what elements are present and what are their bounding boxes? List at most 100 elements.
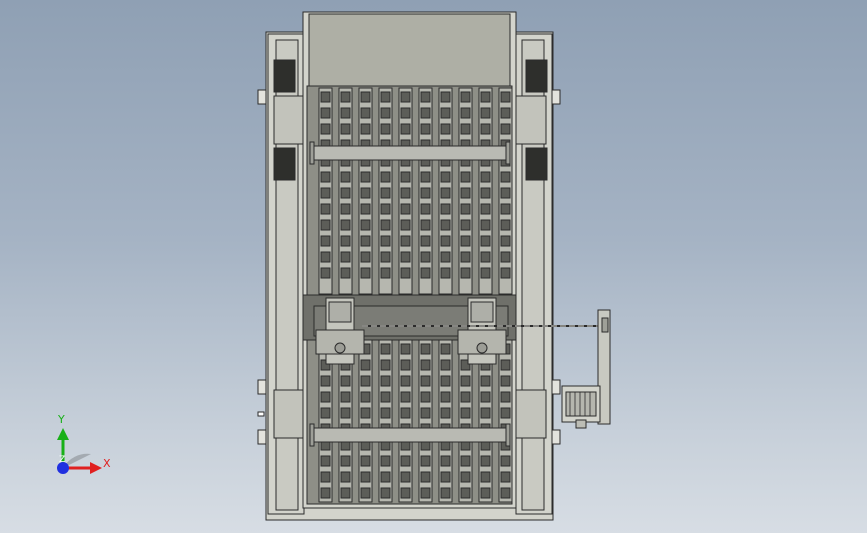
upper-grate-slot-108 xyxy=(500,91,511,103)
upper-grate-slot-62 xyxy=(420,123,431,135)
y-axis-arrowhead xyxy=(57,428,69,440)
lower-grate-slot-48 xyxy=(400,471,411,483)
lower-grate-slot-8 xyxy=(320,471,331,483)
upper-grate-slot-107 xyxy=(480,267,491,279)
upper-grate-slot-2 xyxy=(320,123,331,135)
3d-viewport[interactable]: Y X Z xyxy=(0,0,867,533)
lower-grate-slot-63 xyxy=(440,391,451,403)
upper-grate-slot-67 xyxy=(420,203,431,215)
upper-grate-slot-22 xyxy=(340,251,351,263)
lower-grate-slot-17 xyxy=(340,455,351,467)
lower-shaft xyxy=(311,427,509,443)
upper-grate-slot-46 xyxy=(380,251,391,263)
upper-grate-slot-70 xyxy=(420,251,431,263)
lower-grate-slot-67 xyxy=(440,455,451,467)
bracket-tab-4 xyxy=(551,379,561,395)
lower-grate-slot-44 xyxy=(400,407,411,419)
lower-grate-slot-3 xyxy=(320,391,331,403)
lower-grate-slot-37 xyxy=(380,455,391,467)
lower-grate-slot-74 xyxy=(460,407,471,419)
upper-grate-slot-73 xyxy=(440,107,451,119)
right-upper-dark-block xyxy=(525,59,548,93)
upper-grate-slot-7 xyxy=(320,203,331,215)
right-bearing-housing-cap xyxy=(470,301,494,323)
upper-grate-slot-119 xyxy=(500,267,511,279)
upper-grate-slot-68 xyxy=(420,219,431,231)
upper-grate-slot-61 xyxy=(420,107,431,119)
upper-grate-slot-0 xyxy=(320,91,331,103)
bracket-tab-3 xyxy=(551,89,561,105)
upper-grate-slot-53 xyxy=(400,171,411,183)
upper-grate-slot-118 xyxy=(500,251,511,263)
upper-grate-slot-92 xyxy=(460,219,471,231)
upper-grate-slot-77 xyxy=(440,171,451,183)
upper-grate-slot-114 xyxy=(500,187,511,199)
upper-grate-slot-113 xyxy=(500,171,511,183)
upper-grate-slot-56 xyxy=(400,219,411,231)
lower-grate-slot-57 xyxy=(420,455,431,467)
lower-grate-slot-54 xyxy=(420,407,431,419)
lower-grate-slot-2 xyxy=(320,375,331,387)
lower-grate-slot-97 xyxy=(500,455,511,467)
upper-grate-slot-55 xyxy=(400,203,411,215)
lower-grate-slot-12 xyxy=(340,375,351,387)
upper-grate-slot-47 xyxy=(380,267,391,279)
upper-grate-slot-98 xyxy=(480,123,491,135)
lower-grate-slot-31 xyxy=(380,359,391,371)
upper-grate-slot-83 xyxy=(440,267,451,279)
lower-grate-slot-41 xyxy=(400,359,411,371)
upper-grate-slot-36 xyxy=(380,91,391,103)
left-edge-marker xyxy=(257,411,265,417)
lower-grate-slot-43 xyxy=(400,391,411,403)
lower-grate-slot-89 xyxy=(480,487,491,499)
bracket-tab-2 xyxy=(257,429,267,445)
lower-shaft-end-right xyxy=(505,423,511,447)
lower-grate-slot-38 xyxy=(380,471,391,483)
upper-grate-slot-72 xyxy=(440,91,451,103)
lower-grate-slot-32 xyxy=(380,375,391,387)
lower-grate-slot-58 xyxy=(420,471,431,483)
lower-grate-slot-29 xyxy=(360,487,371,499)
bracket-tab-1 xyxy=(257,379,267,395)
lower-grate-slot-61 xyxy=(440,359,451,371)
upper-grate-slot-104 xyxy=(480,219,491,231)
upper-grate-slot-57 xyxy=(400,235,411,247)
upper-grate-slot-101 xyxy=(480,171,491,183)
z-axis-label: Z xyxy=(59,455,66,465)
upper-grate-slot-59 xyxy=(400,267,411,279)
lower-grate-slot-73 xyxy=(460,391,471,403)
upper-grate-slot-91 xyxy=(460,203,471,215)
upper-grate-slot-37 xyxy=(380,107,391,119)
upper-grate-slot-17 xyxy=(340,171,351,183)
screen-model-drawing[interactable] xyxy=(0,0,867,533)
lower-grate-slot-21 xyxy=(360,359,371,371)
x-axis-label: X xyxy=(103,457,111,470)
upper-grate-slot-34 xyxy=(360,251,371,263)
left-upper-dark-block xyxy=(273,59,296,93)
upper-grate-slot-65 xyxy=(420,171,431,183)
upper-grate-slot-38 xyxy=(380,123,391,135)
upper-grate-slot-49 xyxy=(400,107,411,119)
lower-grate-slot-78 xyxy=(460,471,471,483)
lower-grate-slot-22 xyxy=(360,375,371,387)
lower-grate-slot-7 xyxy=(320,455,331,467)
lower-grate-slot-62 xyxy=(440,375,451,387)
lower-shaft-end-left xyxy=(309,423,315,447)
upper-grate-slot-85 xyxy=(460,107,471,119)
lower-grate-slot-88 xyxy=(480,471,491,483)
lower-grate-slot-33 xyxy=(380,391,391,403)
lower-grate-slot-51 xyxy=(420,359,431,371)
lower-grate-slot-72 xyxy=(460,375,471,387)
upper-grate-slot-97 xyxy=(480,107,491,119)
model-root xyxy=(257,11,611,521)
upper-grate-slot-8 xyxy=(320,219,331,231)
upper-grate-slot-102 xyxy=(480,187,491,199)
upper-grate-slot-19 xyxy=(340,203,351,215)
lower-grate-slot-99 xyxy=(500,487,511,499)
upper-grate-slot-24 xyxy=(360,91,371,103)
lower-grate-slot-27 xyxy=(360,455,371,467)
lower-grate-slot-64 xyxy=(440,407,451,419)
upper-grate-slot-21 xyxy=(340,235,351,247)
lower-grate-slot-40 xyxy=(400,343,411,355)
lower-grate-slot-68 xyxy=(440,471,451,483)
